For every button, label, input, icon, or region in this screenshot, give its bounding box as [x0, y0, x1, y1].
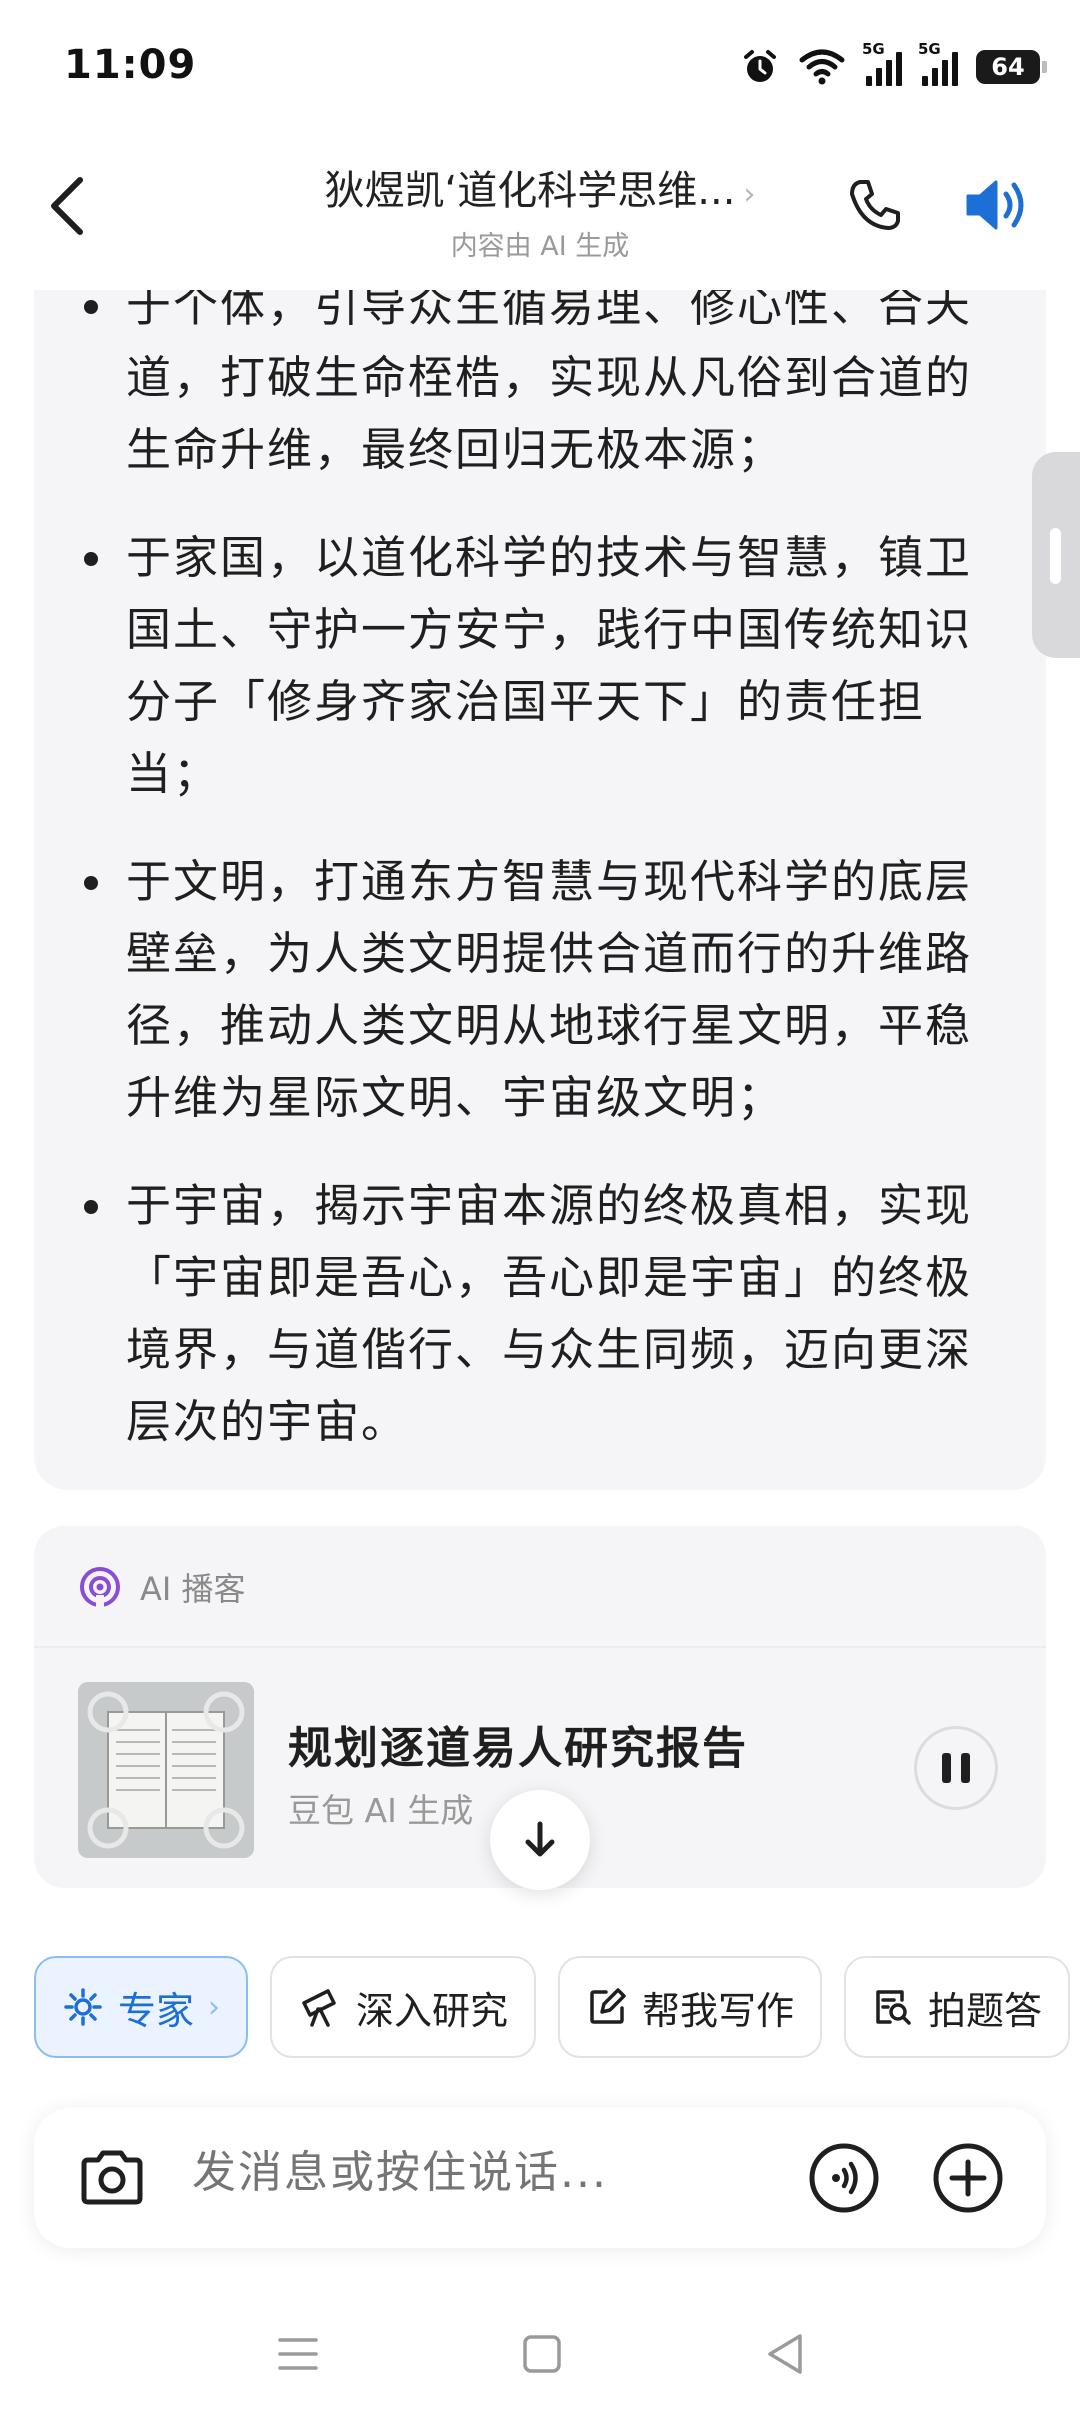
- voice-call-button[interactable]: [806, 2140, 882, 2216]
- home-square-icon: [523, 2335, 561, 2373]
- podcast-label: AI 播客: [140, 1570, 246, 1608]
- system-nav-bar: [0, 2300, 1080, 2412]
- chip-label: 帮我写作: [642, 1988, 795, 2033]
- pause-icon: [942, 1753, 951, 1783]
- network-type-label: 5G: [862, 40, 885, 58]
- podcast-subtitle: 豆包 AI 生成: [288, 1791, 474, 1830]
- list-item-text: 于家国，以道化科学的技术与智慧，镇卫国土、守护一方安宁，践行中国传统知识分子「修…: [126, 531, 973, 800]
- message-input[interactable]: [190, 2146, 754, 2199]
- status-icons: 5G 5G 64: [740, 40, 1047, 90]
- speaker-button[interactable]: [958, 170, 1038, 240]
- nav-home-button[interactable]: [512, 2324, 572, 2384]
- plus-circle-icon: [933, 2143, 1003, 2213]
- chip-help-write[interactable]: 帮我写作: [558, 1956, 823, 2058]
- add-button[interactable]: [930, 2140, 1006, 2216]
- speaker-icon: [966, 180, 1024, 230]
- list-item: 于宇宙，揭示宇宙本源的终极真相，实现「宇宙即是吾心，吾心即是宇宙」的终极境界，与…: [34, 1170, 1046, 1458]
- alarm-icon: [744, 50, 776, 82]
- divider: [34, 1646, 1046, 1648]
- list-item: 于家国，以道化科学的技术与智慧，镇卫国土、守护一方安宁，践行中国传统知识分子「修…: [34, 522, 1046, 810]
- list-item-text: 于个体，引导众生循易理、修心性、合天道，打破生命桎梏，实现从凡俗到合道的生命升维…: [126, 279, 973, 476]
- chip-label: 拍题答: [928, 1988, 1043, 2033]
- wifi-icon: [799, 49, 845, 85]
- camera-icon: [81, 2150, 143, 2205]
- signal-icon: 5G: [918, 40, 958, 86]
- voice-icon: [809, 2143, 879, 2213]
- chip-label: 深入研究: [356, 1988, 509, 2033]
- chip-expert[interactable]: 专家 ›: [34, 1956, 249, 2058]
- edit-icon: [590, 1988, 626, 2024]
- camera-button[interactable]: [74, 2140, 150, 2216]
- bullet: [84, 1200, 98, 1214]
- chevron-right-icon: ›: [208, 1989, 221, 2025]
- list-item-text: 于宇宙，揭示宇宙本源的终极真相，实现「宇宙即是吾心，吾心即是宇宙」的终极境界，与…: [126, 1179, 973, 1448]
- ai-message-card: 于个体，引导众生循易理、修心性、合天道，打破生命桎梏，实现从凡俗到合道的生命升维…: [34, 240, 1046, 1490]
- battery-level: 64: [991, 53, 1025, 81]
- signal-icon: 5G: [862, 40, 902, 86]
- bullet: [84, 300, 98, 314]
- menu-icon: [278, 2338, 318, 2370]
- chip-deep-research[interactable]: 深入研究: [270, 1956, 537, 2058]
- bullet: [84, 876, 98, 890]
- quick-action-bar: 专家 › 深入研究 帮我写作 拍题答: [34, 1956, 1071, 2060]
- network-type-label: 5G: [918, 40, 941, 58]
- chip-label: 专家: [118, 1988, 195, 2033]
- arrow-down-icon: [525, 1821, 555, 1857]
- call-button[interactable]: [840, 170, 910, 240]
- nav-back-button[interactable]: [756, 2324, 816, 2384]
- status-bar: 11:09 5G 5G 64: [0, 0, 1080, 140]
- scan-doc-icon: [876, 1990, 911, 2025]
- side-scroll-handle[interactable]: [1032, 452, 1080, 658]
- podcast-thumbnail: [78, 1682, 254, 1858]
- telescope-icon: [302, 1989, 336, 2027]
- podcast-header: AI 播客: [78, 1562, 246, 1612]
- back-button[interactable]: [40, 166, 100, 246]
- expert-icon: [64, 1988, 102, 2026]
- nav-menu-button[interactable]: [268, 2324, 328, 2384]
- list-item: 于文明，打通东方智慧与现代科学的底层壁垒，为人类文明提供合道而行的升维路径，推动…: [34, 846, 1046, 1134]
- scroll-to-bottom-button[interactable]: [490, 1790, 590, 1890]
- message-list: 于个体，引导众生循易理、修心性、合天道，打破生命桎梏，实现从凡俗到合道的生命升维…: [34, 270, 1046, 1490]
- pause-button[interactable]: [914, 1726, 998, 1810]
- chevron-left-icon: [51, 177, 83, 235]
- message-input-bar: [34, 2108, 1046, 2248]
- chevron-right-icon: ›: [743, 177, 756, 212]
- podcast-title: 规划逐道易人研究报告: [288, 1723, 748, 1774]
- chat-header: 狄煜凯‘道化科学思维... › 内容由 AI 生成: [0, 140, 1080, 290]
- chat-subtitle: 内容由 AI 生成: [450, 231, 630, 262]
- phone-icon: [850, 180, 900, 230]
- chat-title: 狄煜凯‘道化科学思维...: [324, 168, 736, 214]
- battery-icon: 64: [976, 50, 1047, 84]
- list-item-text: 于文明，打通东方智慧与现代科学的底层壁垒，为人类文明提供合道而行的升维路径，推动…: [126, 855, 973, 1124]
- triangle-back-icon: [768, 2334, 802, 2374]
- list-item: 于个体，引导众生循易理、修心性、合天道，打破生命桎梏，实现从凡俗到合道的生命升维…: [34, 270, 1046, 486]
- podcast-icon: [80, 1567, 120, 1607]
- chat-title-button[interactable]: 狄煜凯‘道化科学思维... › 内容由 AI 生成: [290, 158, 790, 263]
- chip-photo-answer[interactable]: 拍题答: [844, 1956, 1071, 2058]
- status-time: 11:09: [64, 42, 197, 88]
- bullet: [84, 552, 98, 566]
